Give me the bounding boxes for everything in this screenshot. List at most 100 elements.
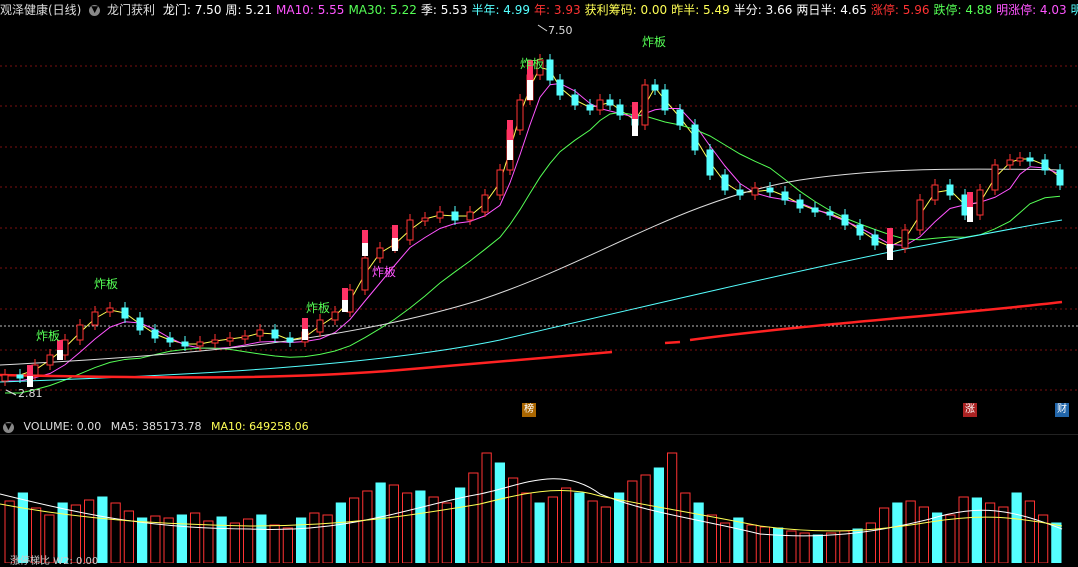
volume-bar-down <box>494 462 505 563</box>
candle-down <box>571 94 579 106</box>
volume-bar-up <box>667 452 678 563</box>
candle-down <box>826 211 834 216</box>
candle-up <box>376 247 384 259</box>
candle-up <box>466 211 474 221</box>
candle-up <box>641 84 649 126</box>
volume-bar-up <box>680 492 691 563</box>
limit-up-candle <box>342 300 348 312</box>
candle-up <box>76 324 84 341</box>
candle-down <box>271 329 279 339</box>
candle-down <box>661 89 669 111</box>
candle-up <box>596 99 604 111</box>
volume-bar-up <box>508 477 519 563</box>
volume-bar-down <box>415 490 426 563</box>
tag-cai[interactable]: 财 <box>1055 403 1069 417</box>
candle-down <box>1041 159 1049 171</box>
candle-down <box>721 174 729 191</box>
volume-bar-up <box>388 484 399 563</box>
low-price-label: 2.81 <box>18 387 43 400</box>
volume-bar-up <box>720 522 731 563</box>
indicator-header: 观泽健康(日线) ▼ 龙门获利 龙门: 7.50 周: 5.21 MA10: 5.5… <box>0 0 1078 20</box>
candle-down <box>606 99 614 106</box>
tag-zhang[interactable]: 涨 <box>963 403 977 417</box>
candle-down <box>286 337 294 343</box>
high-price-pointer <box>537 24 548 32</box>
candle-up <box>1006 159 1014 166</box>
candle-down <box>856 224 864 236</box>
candle-up <box>1 374 9 382</box>
volume-bar-up <box>945 514 956 563</box>
ma250-line-a <box>0 350 613 379</box>
volume-bar-down <box>216 516 227 563</box>
volume-header: ▼ VOLUME: 0.00 MA5: 385173.78 MA10: 6492… <box>0 420 1078 434</box>
candle-up <box>516 99 524 131</box>
candle-up <box>901 229 909 249</box>
candle-down <box>736 189 744 196</box>
candle-down <box>871 234 879 246</box>
candle-down <box>556 79 564 96</box>
candle-down <box>616 104 624 116</box>
zhaban-label: 炸板 <box>36 329 60 343</box>
candle-down <box>651 84 659 91</box>
limit-up-candle <box>57 350 63 360</box>
zhaban-label: 炸板 <box>306 301 330 315</box>
volume-bar-up <box>441 502 452 563</box>
ma250-line-b <box>664 340 681 345</box>
volume-bar-up <box>879 507 890 563</box>
header-item: 龙门: 7.50 <box>162 3 222 17</box>
volume-bar-up <box>521 492 532 563</box>
volume-bar-down <box>375 482 386 563</box>
header-item: MA10: 5.55 <box>276 3 345 17</box>
volume-bar-down <box>455 487 466 563</box>
limit-up-candle <box>302 318 308 329</box>
volume-bar-up <box>547 496 558 563</box>
candle-down <box>151 329 159 339</box>
limit-up-candle <box>362 230 368 243</box>
volume-bar-down <box>852 528 863 563</box>
tag-bang[interactable]: 榜 <box>522 403 536 417</box>
bottom-indicator-label: 涨停梯比 W2: 0.00 <box>10 556 99 567</box>
volume-bar-down <box>574 492 585 563</box>
volume-bar-up <box>561 487 572 563</box>
candle-up <box>361 257 369 291</box>
limit-up-candle <box>27 365 33 376</box>
volume-bar-down <box>335 502 346 563</box>
volume-bar-up <box>759 526 770 563</box>
candle-down <box>546 59 554 81</box>
volume-bar-up <box>190 512 201 563</box>
limit-up-candle <box>967 207 973 222</box>
volume-bar-up <box>998 506 1009 563</box>
volume-bar-up <box>349 497 360 563</box>
candle-up <box>496 169 504 196</box>
candle-down <box>181 341 189 347</box>
volume-bar-up <box>123 510 134 563</box>
candle-down <box>766 187 774 193</box>
limit-up-candle <box>887 244 893 260</box>
stock-title[interactable]: 观泽健康(日线) <box>0 3 81 17</box>
header-item: 明涨停: 4.03 <box>996 3 1067 17</box>
volume-bar-down <box>892 502 903 563</box>
candle-up <box>196 341 204 347</box>
candle-up <box>331 311 339 321</box>
volume-settings-icon[interactable]: ▼ <box>3 421 14 433</box>
settings-icon[interactable]: ▼ <box>89 5 101 16</box>
candle-up <box>751 187 759 196</box>
candle-up <box>1016 157 1024 162</box>
volume-bar-down <box>57 502 68 563</box>
limit-up-candle <box>507 140 513 160</box>
candle-down <box>691 124 699 151</box>
indicator-title[interactable]: 龙门获利 <box>107 3 155 17</box>
volume-ma10: MA10: 649258.06 <box>210 420 309 433</box>
volume-bar-up <box>1024 500 1035 563</box>
candle-down <box>706 149 714 176</box>
volume-chart[interactable] <box>0 434 1078 563</box>
header-item: MA30: 5.22 <box>348 3 417 17</box>
limit-up-candle <box>342 288 348 300</box>
volume-bar-up <box>627 480 638 563</box>
candle-down <box>1026 157 1034 162</box>
volume-bar-up <box>362 490 373 563</box>
candle-down <box>811 207 819 213</box>
limit-up-candle <box>392 225 398 238</box>
price-chart[interactable]: 炸板炸板炸板炸板炸板炸板7.502.81 <box>0 20 1078 420</box>
volume-bar-down <box>812 534 823 563</box>
